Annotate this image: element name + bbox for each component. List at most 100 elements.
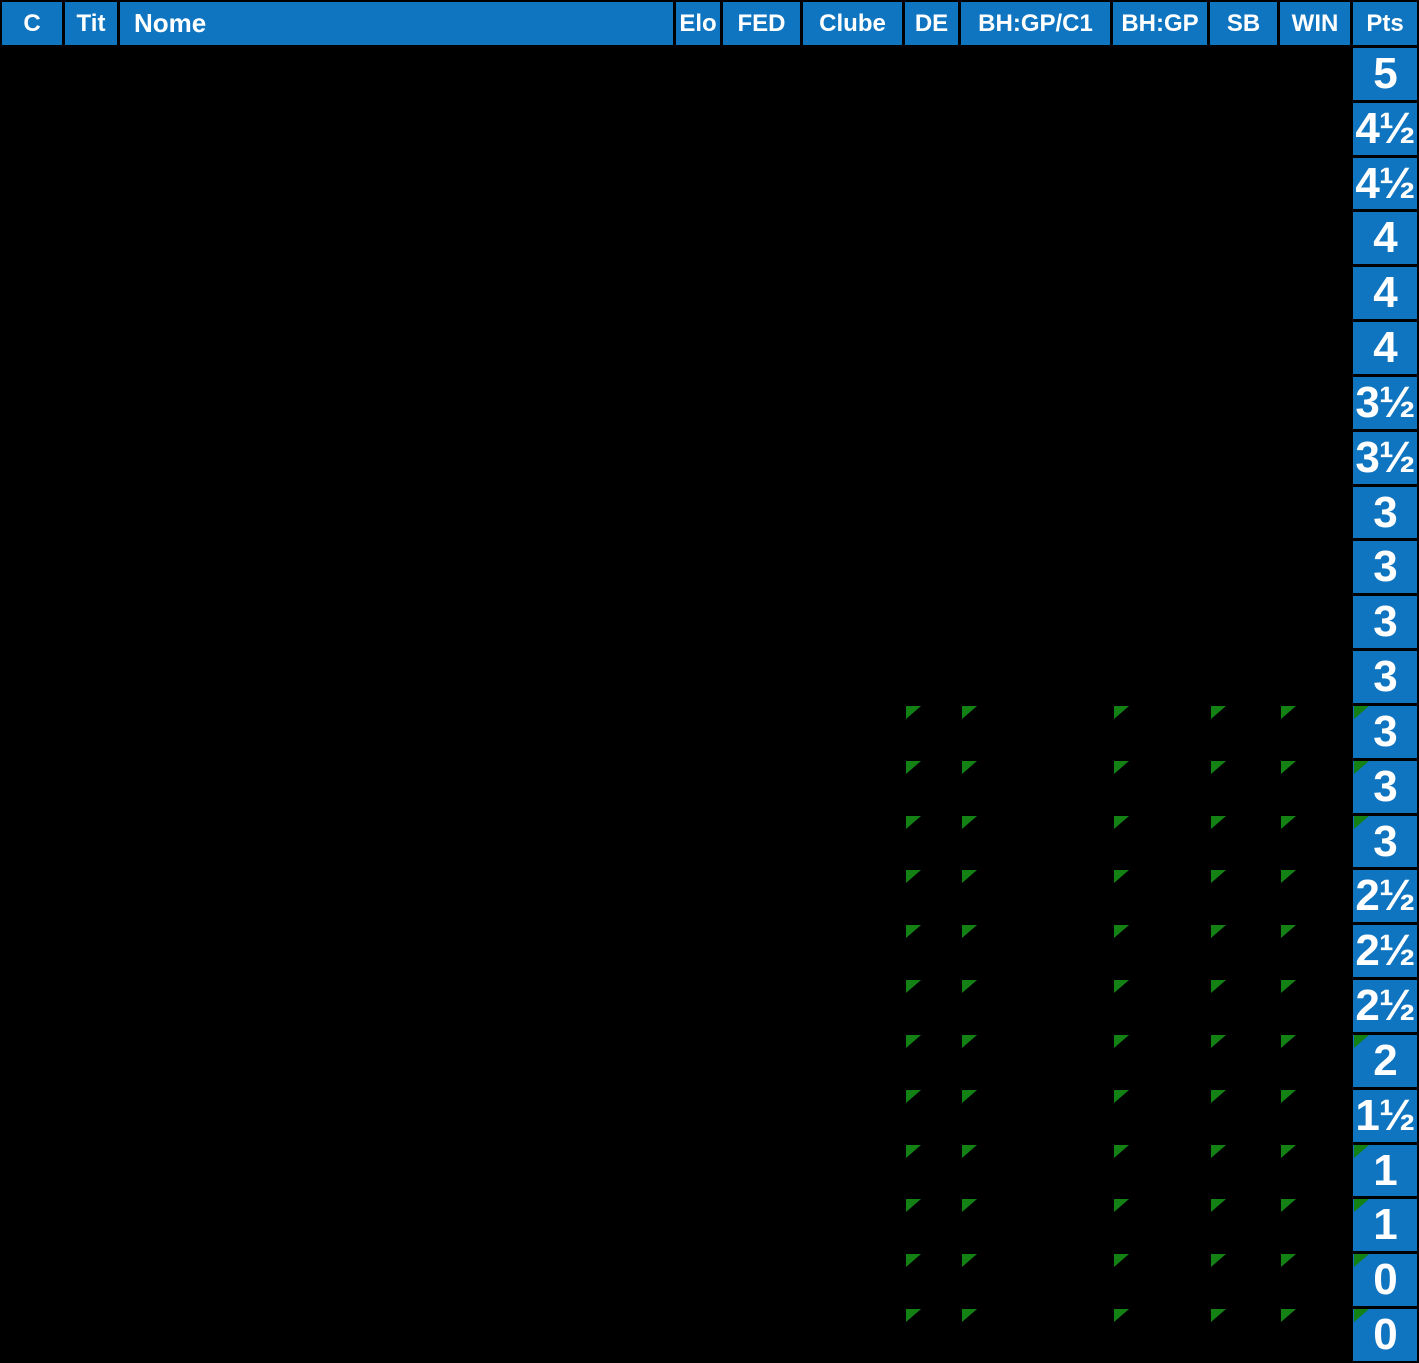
standings-table: C Tit Nome Elo FED Clube DE BH:GP/C1 BH:… bbox=[0, 0, 1419, 1363]
pts-cell[interactable]: 5 bbox=[1353, 48, 1417, 100]
body-cell[interactable] bbox=[1280, 1254, 1350, 1306]
header-cell-nome[interactable]: Nome bbox=[120, 2, 673, 45]
body-cell[interactable] bbox=[961, 760, 1110, 813]
pts-cell[interactable]: 2 bbox=[1353, 1034, 1417, 1087]
body-cell[interactable] bbox=[961, 925, 1110, 977]
body-cell[interactable] bbox=[905, 705, 958, 758]
body-cell[interactable] bbox=[961, 1144, 1110, 1197]
pts-cell[interactable]: 3 bbox=[1353, 596, 1417, 649]
body-cell[interactable] bbox=[1210, 760, 1277, 813]
header-cell-bhgp[interactable]: BH:GP bbox=[1113, 2, 1207, 45]
header-cell-tit[interactable]: Tit bbox=[65, 2, 117, 45]
header-cell-pts[interactable]: Pts bbox=[1353, 2, 1417, 45]
body-cell[interactable] bbox=[1280, 1309, 1350, 1361]
pts-cell[interactable]: 4 bbox=[1353, 322, 1417, 374]
body-cell[interactable] bbox=[1280, 1034, 1350, 1087]
header-cell-win[interactable]: WIN bbox=[1280, 2, 1350, 45]
body-cell[interactable] bbox=[1210, 1034, 1277, 1087]
body-cell[interactable] bbox=[1210, 815, 1277, 868]
pts-cell[interactable]: 4½ bbox=[1353, 157, 1417, 210]
body-cell[interactable] bbox=[1210, 705, 1277, 758]
body-cell[interactable] bbox=[1280, 925, 1350, 977]
header-cell-c[interactable]: C bbox=[2, 2, 62, 45]
header-cell-elo[interactable]: Elo bbox=[676, 2, 720, 45]
body-cell[interactable] bbox=[905, 1089, 958, 1142]
header-cell-bhgpc1[interactable]: BH:GP/C1 bbox=[961, 2, 1110, 45]
body-cell[interactable] bbox=[961, 980, 1110, 1032]
header-cell-fed[interactable]: FED bbox=[723, 2, 800, 45]
pts-cell[interactable]: 3½ bbox=[1353, 431, 1417, 484]
body-cell[interactable] bbox=[905, 815, 958, 868]
body-cell[interactable] bbox=[1210, 1254, 1277, 1306]
body-cell[interactable] bbox=[1210, 1309, 1277, 1361]
header-cell-de[interactable]: DE bbox=[905, 2, 958, 45]
body-cell[interactable] bbox=[1113, 1309, 1207, 1361]
body-cell[interactable] bbox=[1210, 1144, 1277, 1197]
body-cell[interactable] bbox=[905, 760, 958, 813]
body-cell[interactable] bbox=[905, 1309, 958, 1361]
pts-value: 4½ bbox=[1355, 158, 1415, 208]
body-cell[interactable] bbox=[1210, 1089, 1277, 1142]
pts-cell[interactable]: 3 bbox=[1353, 541, 1417, 594]
body-cell[interactable] bbox=[1210, 870, 1277, 922]
body-cell[interactable] bbox=[961, 1034, 1110, 1087]
green-corner-marker-icon bbox=[906, 925, 921, 939]
body-cell[interactable] bbox=[905, 1144, 958, 1197]
body-cell[interactable] bbox=[961, 870, 1110, 922]
body-cell[interactable] bbox=[1210, 1199, 1277, 1251]
pts-cell[interactable]: 2½ bbox=[1353, 980, 1417, 1032]
pts-cell[interactable]: 3 bbox=[1353, 705, 1417, 758]
body-cell[interactable] bbox=[905, 980, 958, 1032]
pts-cell[interactable]: 3½ bbox=[1353, 376, 1417, 429]
pts-cell[interactable]: 4½ bbox=[1353, 102, 1417, 155]
pts-cell[interactable]: 0 bbox=[1353, 1254, 1417, 1307]
body-cell[interactable] bbox=[961, 1254, 1110, 1306]
pts-cell[interactable]: 3 bbox=[1353, 815, 1417, 868]
pts-cell[interactable]: 2½ bbox=[1353, 870, 1417, 923]
pts-cell[interactable]: 3 bbox=[1353, 760, 1417, 813]
body-cell[interactable] bbox=[961, 1309, 1110, 1361]
header-cell-clube[interactable]: Clube bbox=[803, 2, 902, 45]
pts-cell[interactable]: 1 bbox=[1353, 1199, 1417, 1252]
pts-cell[interactable]: 1½ bbox=[1353, 1089, 1417, 1142]
pts-cell[interactable]: 3 bbox=[1353, 651, 1417, 703]
body-cell[interactable] bbox=[1113, 1089, 1207, 1142]
pts-cell[interactable]: 2½ bbox=[1353, 925, 1417, 978]
pts-cell[interactable]: 0 bbox=[1353, 1309, 1417, 1361]
body-cell[interactable] bbox=[1280, 705, 1350, 758]
pts-cell[interactable]: 4 bbox=[1353, 212, 1417, 265]
header-cell-sb[interactable]: SB bbox=[1210, 2, 1277, 45]
body-cell[interactable] bbox=[1113, 815, 1207, 868]
pts-cell[interactable]: 3 bbox=[1353, 486, 1417, 539]
body-cell[interactable] bbox=[1113, 1034, 1207, 1087]
body-cell[interactable] bbox=[905, 1034, 958, 1087]
body-cell[interactable] bbox=[1210, 925, 1277, 977]
body-cell[interactable] bbox=[1280, 760, 1350, 813]
body-cell[interactable] bbox=[905, 1199, 958, 1251]
body-cell[interactable] bbox=[1280, 1089, 1350, 1142]
body-cell[interactable] bbox=[961, 1199, 1110, 1251]
body-cell[interactable] bbox=[1113, 1254, 1207, 1306]
body-cell[interactable] bbox=[1113, 1144, 1207, 1197]
pts-cell[interactable]: 1 bbox=[1353, 1144, 1417, 1197]
body-cell[interactable] bbox=[1280, 870, 1350, 922]
body-cell[interactable] bbox=[961, 815, 1110, 868]
body-cell[interactable] bbox=[1280, 1199, 1350, 1251]
body-cell[interactable] bbox=[961, 1089, 1110, 1142]
body-cell[interactable] bbox=[1113, 705, 1207, 758]
body-cell[interactable] bbox=[1280, 815, 1350, 868]
body-cell[interactable] bbox=[1280, 980, 1350, 1032]
body-cell[interactable] bbox=[1113, 980, 1207, 1032]
body-cell[interactable] bbox=[1113, 870, 1207, 922]
body-cell[interactable] bbox=[905, 925, 958, 977]
body-cell[interactable] bbox=[905, 1254, 958, 1306]
pts-cell[interactable]: 4 bbox=[1353, 267, 1417, 320]
body-cell[interactable] bbox=[961, 705, 1110, 758]
body-cell[interactable] bbox=[1113, 925, 1207, 977]
body-cell[interactable] bbox=[1280, 1144, 1350, 1197]
body-cell[interactable] bbox=[1113, 760, 1207, 813]
body-cell[interactable] bbox=[905, 870, 958, 922]
body-cell[interactable] bbox=[1113, 1199, 1207, 1251]
pts-value: 0 bbox=[1373, 1310, 1398, 1360]
body-cell[interactable] bbox=[1210, 980, 1277, 1032]
